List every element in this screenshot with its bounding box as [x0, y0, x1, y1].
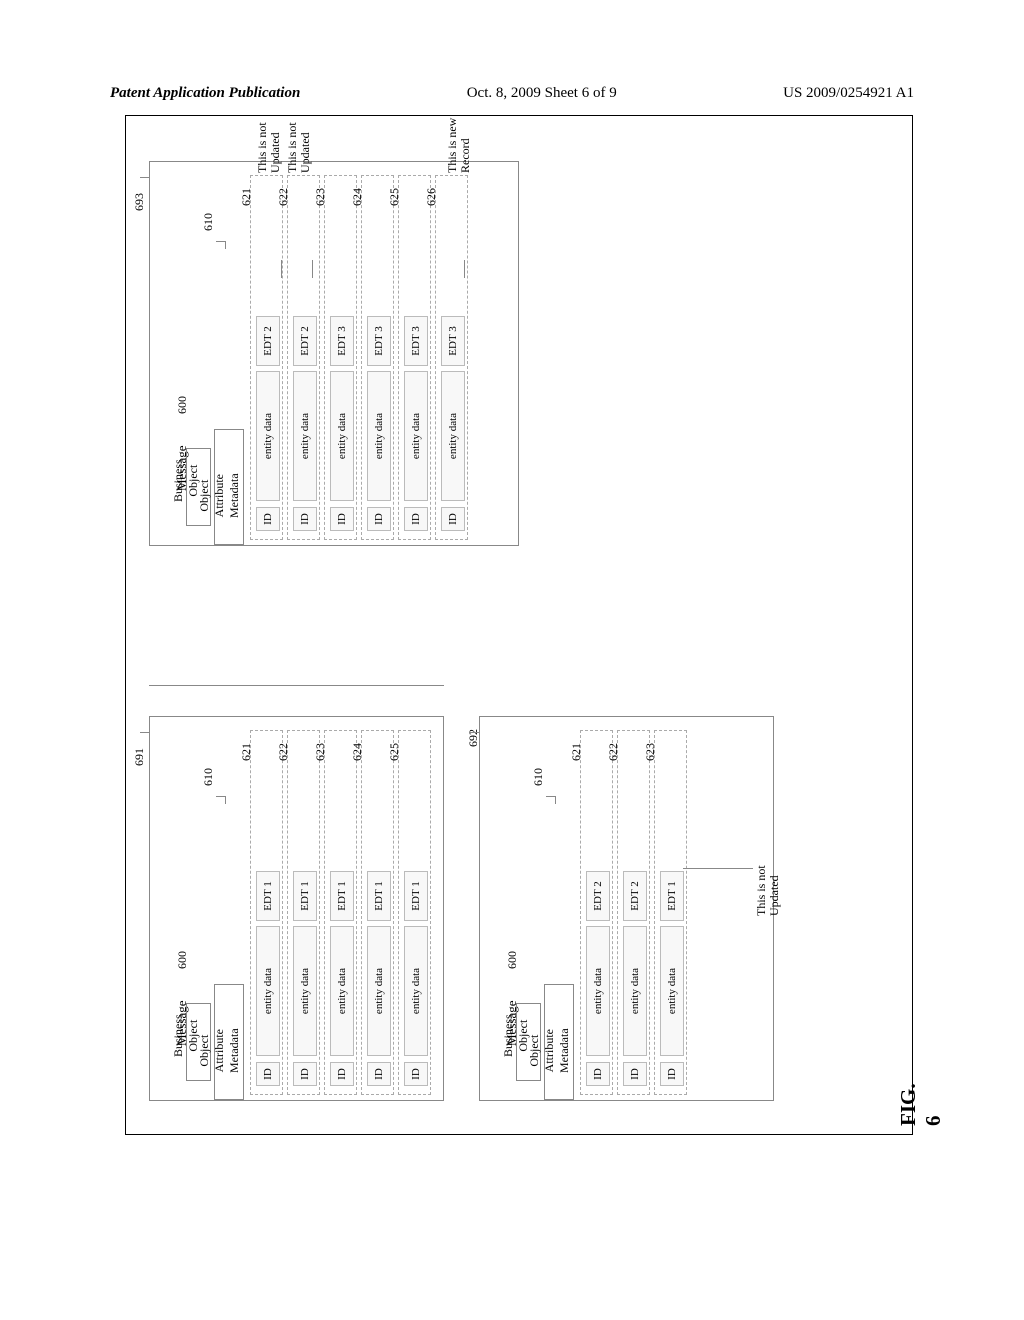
box-610-691: 610 — [201, 768, 216, 786]
row-692-1: ID entity data EDT 2 — [580, 730, 613, 1095]
id-691-4: ID — [367, 1062, 391, 1086]
ed-693-4: entity data — [367, 371, 391, 501]
edt-693-6: EDT 3 — [441, 316, 465, 366]
edt-691-3: EDT 1 — [330, 871, 354, 921]
num-692-2: 622 — [606, 743, 621, 761]
edt-693-1: EDT 2 — [256, 316, 280, 366]
ed-691-1: entity data — [256, 926, 280, 1056]
row-693-5: ID entity data EDT 3 — [398, 175, 431, 540]
id-693-1: ID — [256, 507, 280, 531]
row-691-3: ID entity data EDT 1 — [324, 730, 357, 1095]
ed-691-4: entity data — [367, 926, 391, 1056]
id-693-5: ID — [404, 507, 428, 531]
lead-691 — [140, 732, 150, 740]
num-692-3: 623 — [643, 743, 658, 761]
ed-692-1: entity data — [586, 926, 610, 1056]
num-693-6: 626 — [424, 188, 439, 206]
ed-693-3: entity data — [330, 371, 354, 501]
figure-frame: FIG. 6 691 Message Business Object Objec… — [125, 115, 913, 1135]
oam-header-692: Object Attribute Metadata — [544, 984, 574, 1100]
row-691-4: ID entity data EDT 1 — [361, 730, 394, 1095]
num-693-1: 621 — [239, 188, 254, 206]
edt-693-5: EDT 3 — [404, 316, 428, 366]
edt-691-4: EDT 1 — [367, 871, 391, 921]
num-691-1: 621 — [239, 743, 254, 761]
id-691-2: ID — [293, 1062, 317, 1086]
ref-693: 693 — [132, 193, 147, 211]
id-693-4: ID — [367, 507, 391, 531]
oam-header-691: Object Attribute Metadata — [214, 984, 244, 1100]
num-691-5: 625 — [387, 743, 402, 761]
header-center: Oct. 8, 2009 Sheet 6 of 9 — [467, 85, 617, 102]
ed-693-2: entity data — [293, 371, 317, 501]
id-691-5: ID — [404, 1062, 428, 1086]
header-right: US 2009/0254921 A1 — [783, 85, 914, 102]
id-692-3: ID — [660, 1062, 684, 1086]
header-left: Patent Application Publication — [110, 85, 300, 102]
id-693-3: ID — [330, 507, 354, 531]
edt-691-5: EDT 1 — [404, 871, 428, 921]
edt-693-4: EDT 3 — [367, 316, 391, 366]
num-691-2: 622 — [276, 743, 291, 761]
num-692-1: 621 — [569, 743, 584, 761]
ed-693-1: entity data — [256, 371, 280, 501]
box-600-691: 600 — [175, 951, 190, 969]
oam-header-693: Object Attribute Metadata — [214, 429, 244, 545]
ed-691-2: entity data — [293, 926, 317, 1056]
num-693-3: 623 — [313, 188, 328, 206]
row-693-3: ID entity data EDT 3 — [324, 175, 357, 540]
edt-692-3: EDT 1 — [660, 871, 684, 921]
lead-693 — [140, 177, 150, 185]
num-693-5: 625 — [387, 188, 402, 206]
edt-692-1: EDT 2 — [586, 871, 610, 921]
figure-caption: FIG. 6 — [896, 1083, 946, 1126]
ed-693-6: entity data — [441, 371, 465, 501]
ed-692-3: entity data — [660, 926, 684, 1056]
edt-693-3: EDT 3 — [330, 316, 354, 366]
row-691-1: ID entity data EDT 1 — [250, 730, 283, 1095]
ref-691: 691 — [132, 748, 147, 766]
row-692-3: ID entity data EDT 1 — [654, 730, 687, 1095]
edt-691-2: EDT 1 — [293, 871, 317, 921]
row-691-5: ID entity data EDT 1 — [398, 730, 431, 1095]
num-693-2: 622 — [276, 188, 291, 206]
lead-692 — [470, 732, 480, 740]
id-691-3: ID — [330, 1062, 354, 1086]
id-693-6: ID — [441, 507, 465, 531]
ed-693-5: entity data — [404, 371, 428, 501]
row-692-2: ID entity data EDT 2 — [617, 730, 650, 1095]
num-691-3: 623 — [313, 743, 328, 761]
annot-693-notupdated-1: This is not Updated — [256, 122, 282, 173]
id-692-2: ID — [623, 1062, 647, 1086]
ed-692-2: entity data — [623, 926, 647, 1056]
annot-693-notupdated-2: This is not Updated — [286, 122, 312, 173]
ed-691-5: entity data — [404, 926, 428, 1056]
id-692-1: ID — [586, 1062, 610, 1086]
edt-691-1: EDT 1 — [256, 871, 280, 921]
row-693-2: ID entity data EDT 2 — [287, 175, 320, 540]
edt-693-2: EDT 2 — [293, 316, 317, 366]
num-691-4: 624 — [350, 743, 365, 761]
row-693-4: ID entity data EDT 3 — [361, 175, 394, 540]
row-693-6: ID entity data EDT 3 — [435, 175, 468, 540]
ed-691-3: entity data — [330, 926, 354, 1056]
edt-692-2: EDT 2 — [623, 871, 647, 921]
box-600-692: 600 — [505, 951, 520, 969]
id-691-1: ID — [256, 1062, 280, 1086]
box-610-693: 610 — [201, 213, 216, 231]
row-691-2: ID entity data EDT 1 — [287, 730, 320, 1095]
box-600-693: 600 — [175, 396, 190, 414]
annot-692-notupdated: This is not Updated — [755, 865, 781, 916]
row-693-1: ID entity data EDT 2 — [250, 175, 283, 540]
annot-693-newrecord: This is new Record — [446, 118, 472, 173]
box-610-692: 610 — [531, 768, 546, 786]
id-693-2: ID — [293, 507, 317, 531]
num-693-4: 624 — [350, 188, 365, 206]
